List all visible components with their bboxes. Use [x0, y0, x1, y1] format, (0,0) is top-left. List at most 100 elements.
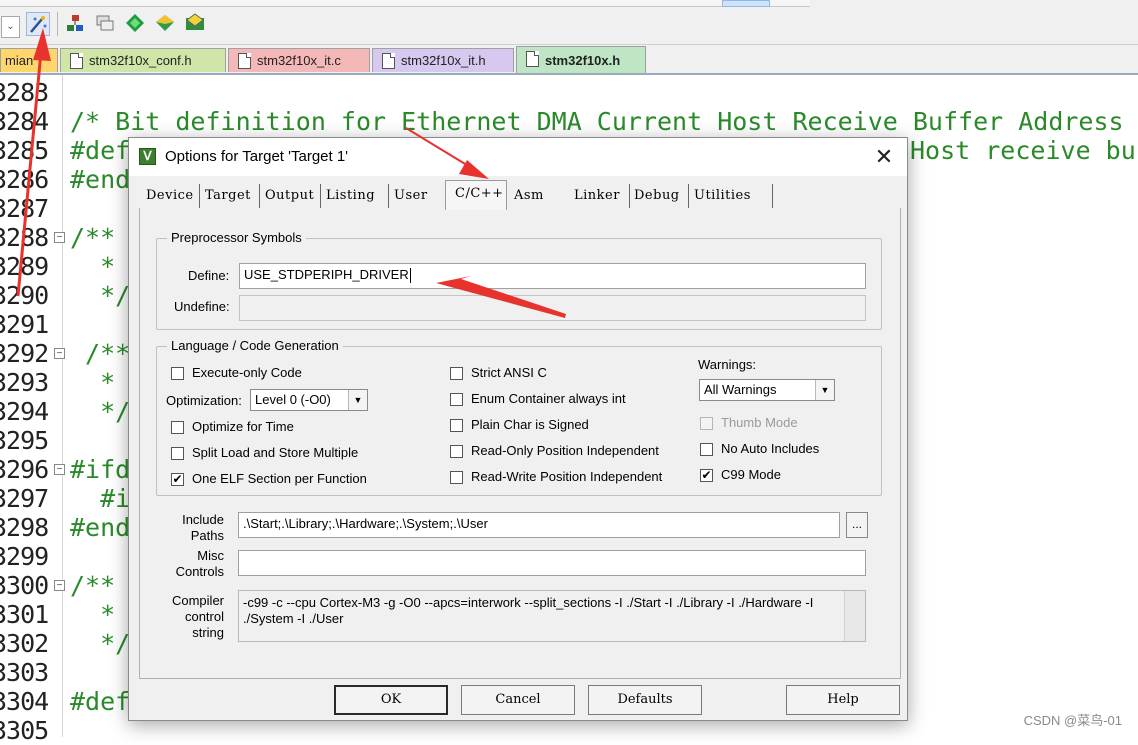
browse-include-paths-button[interactable]: ... — [846, 512, 868, 538]
compiler-control-string-box[interactable]: -c99 -c --cpu Cortex-M3 -g -O0 --apcs=in… — [238, 590, 866, 642]
line-number: 3289 — [0, 252, 49, 281]
ok-button[interactable]: OK — [334, 685, 448, 715]
file-extensions-icon[interactable] — [94, 12, 118, 36]
line-number: 3293 — [0, 368, 49, 397]
scrollbar[interactable] — [844, 591, 865, 641]
code-line: * — [70, 252, 116, 281]
line-number: 3298 — [0, 513, 49, 542]
line-number: 3300 — [0, 571, 49, 600]
file-tab-label: stm32f10x.h — [545, 53, 621, 68]
run-time-environment-icon[interactable] — [184, 12, 208, 36]
line-number: 3297 — [0, 484, 49, 513]
dialog-title: Options for Target 'Target 1' — [165, 148, 349, 165]
tab-utilities[interactable]: Utilities — [689, 184, 773, 208]
code-line: /* Bit definition for Ethernet DMA Curre… — [70, 107, 1138, 136]
manage-project-items-icon[interactable] — [64, 12, 88, 36]
define-label: Define: — [188, 268, 230, 283]
close-icon[interactable]: ✕ — [871, 144, 897, 170]
split-load-store-checkbox[interactable] — [171, 447, 184, 460]
fold-toggle-icon[interactable]: − — [54, 580, 65, 591]
select-packs-icon[interactable] — [124, 12, 148, 36]
fold-toggle-icon[interactable]: − — [54, 232, 65, 243]
warnings-select[interactable]: All Warnings ▼ — [699, 379, 835, 401]
optimization-select[interactable]: Level 0 (-O0) ▼ — [250, 389, 368, 411]
pack-installer-icon[interactable] — [154, 12, 178, 36]
fold-toggle-icon[interactable]: − — [54, 464, 65, 475]
defaults-button[interactable]: Defaults — [588, 685, 702, 715]
no-auto-includes-checkbox[interactable] — [700, 443, 713, 456]
code-line: #i — [70, 484, 131, 513]
line-number: 3284 — [0, 107, 49, 136]
file-tab-mian[interactable]: mian — [0, 48, 58, 72]
misc-controls-label: Misc Controls — [168, 548, 224, 580]
document-icon — [238, 53, 251, 69]
keil-app-icon: Ⅴ — [139, 148, 156, 165]
tab-output[interactable]: Output — [260, 184, 321, 208]
chevron-down-icon: ▼ — [348, 390, 367, 410]
c99-mode-checkbox[interactable]: ✔ — [700, 469, 713, 482]
tab-target[interactable]: Target — [200, 184, 260, 208]
file-tab-label: stm32f10x_conf.h — [89, 53, 192, 68]
tab-user[interactable]: User — [389, 184, 434, 208]
file-tab-stm32f10x-h[interactable]: stm32f10x.h — [516, 46, 646, 73]
one-elf-section-checkbox[interactable]: ✔ — [171, 473, 184, 486]
toolbar-dropdown-chevron-icon[interactable]: ⌄ — [1, 16, 20, 38]
help-button[interactable]: Help — [786, 685, 900, 715]
compiler-label-line1: Compiler — [171, 593, 224, 608]
code-line: #end — [70, 165, 131, 194]
file-tab-stm32f10x-it-h[interactable]: stm32f10x_it.h — [372, 48, 514, 72]
execute-only-checkbox[interactable] — [171, 367, 184, 380]
line-number: 3287 — [0, 194, 49, 223]
file-tab-label: stm32f10x_it.h — [401, 53, 486, 68]
include-label-line1: Include — [182, 512, 224, 527]
strict-ansi-c-label: Strict ANSI C — [471, 365, 547, 380]
optimize-for-time-checkbox[interactable] — [171, 421, 184, 434]
compiler-label-line3: string — [192, 625, 224, 640]
options-for-target-magic-wand-icon[interactable] — [26, 12, 50, 36]
code-line: */ — [70, 281, 131, 310]
line-number: 3285 — [0, 136, 49, 165]
line-number: 3304 — [0, 687, 49, 716]
undefine-input[interactable] — [239, 295, 866, 321]
strict-ansi-c-checkbox[interactable] — [450, 367, 463, 380]
cancel-button[interactable]: Cancel — [461, 685, 575, 715]
tab-listing[interactable]: Listing — [321, 184, 389, 208]
rwpi-checkbox[interactable] — [450, 471, 463, 484]
optimization-value: Level 0 (-O0) — [255, 392, 331, 407]
line-number: 3296 — [0, 455, 49, 484]
split-load-store-label: Split Load and Store Multiple — [192, 445, 359, 460]
csdn-watermark: CSDN @菜鸟-01 — [1023, 713, 1122, 728]
misc-controls-input[interactable] — [238, 550, 866, 576]
line-number: 3303 — [0, 658, 49, 687]
tab-asm[interactable]: Asm — [509, 184, 564, 208]
enum-container-checkbox[interactable] — [450, 393, 463, 406]
tab-device[interactable]: Device — [141, 184, 200, 208]
tab-c-cpp[interactable]: C/C++ — [445, 180, 507, 210]
code-line: /** — [70, 223, 116, 252]
include-paths-input[interactable]: .\Start;.\Library;.\Hardware;.\System;.\… — [238, 512, 840, 538]
plain-char-signed-checkbox[interactable] — [450, 419, 463, 432]
ropi-label: Read-Only Position Independent — [471, 443, 659, 458]
file-tab-stm32f10x-it-c[interactable]: stm32f10x_it.c — [228, 48, 370, 72]
file-tab-label: stm32f10x_it.c — [257, 53, 341, 68]
menu-strip-highlight — [722, 0, 770, 7]
warnings-label: Warnings: — [698, 357, 757, 372]
misc-label-line2: Controls — [175, 564, 224, 579]
c-cpp-tab-panel: Preprocessor Symbols Define: USE_STDPERI… — [139, 208, 901, 679]
enum-container-label: Enum Container always int — [471, 391, 626, 406]
plain-char-signed-label: Plain Char is Signed — [471, 417, 589, 432]
fold-toggle-icon[interactable]: − — [54, 348, 65, 359]
define-input[interactable]: USE_STDPERIPH_DRIVER — [239, 263, 866, 289]
code-line: /** — [70, 571, 116, 600]
fold-margin-line — [62, 75, 63, 737]
line-number: 3292 — [0, 339, 49, 368]
include-label-line2: Paths — [190, 528, 224, 543]
tab-linker[interactable]: Linker — [569, 184, 630, 208]
tab-debug[interactable]: Debug — [629, 184, 689, 208]
code-line: /** — [70, 339, 131, 368]
thumb-mode-checkbox[interactable] — [700, 417, 713, 430]
one-elf-section-label: One ELF Section per Function — [192, 471, 367, 486]
ropi-checkbox[interactable] — [450, 445, 463, 458]
code-line: #def — [70, 687, 131, 716]
file-tab-stm32f10x-conf-h[interactable]: stm32f10x_conf.h — [60, 48, 226, 72]
